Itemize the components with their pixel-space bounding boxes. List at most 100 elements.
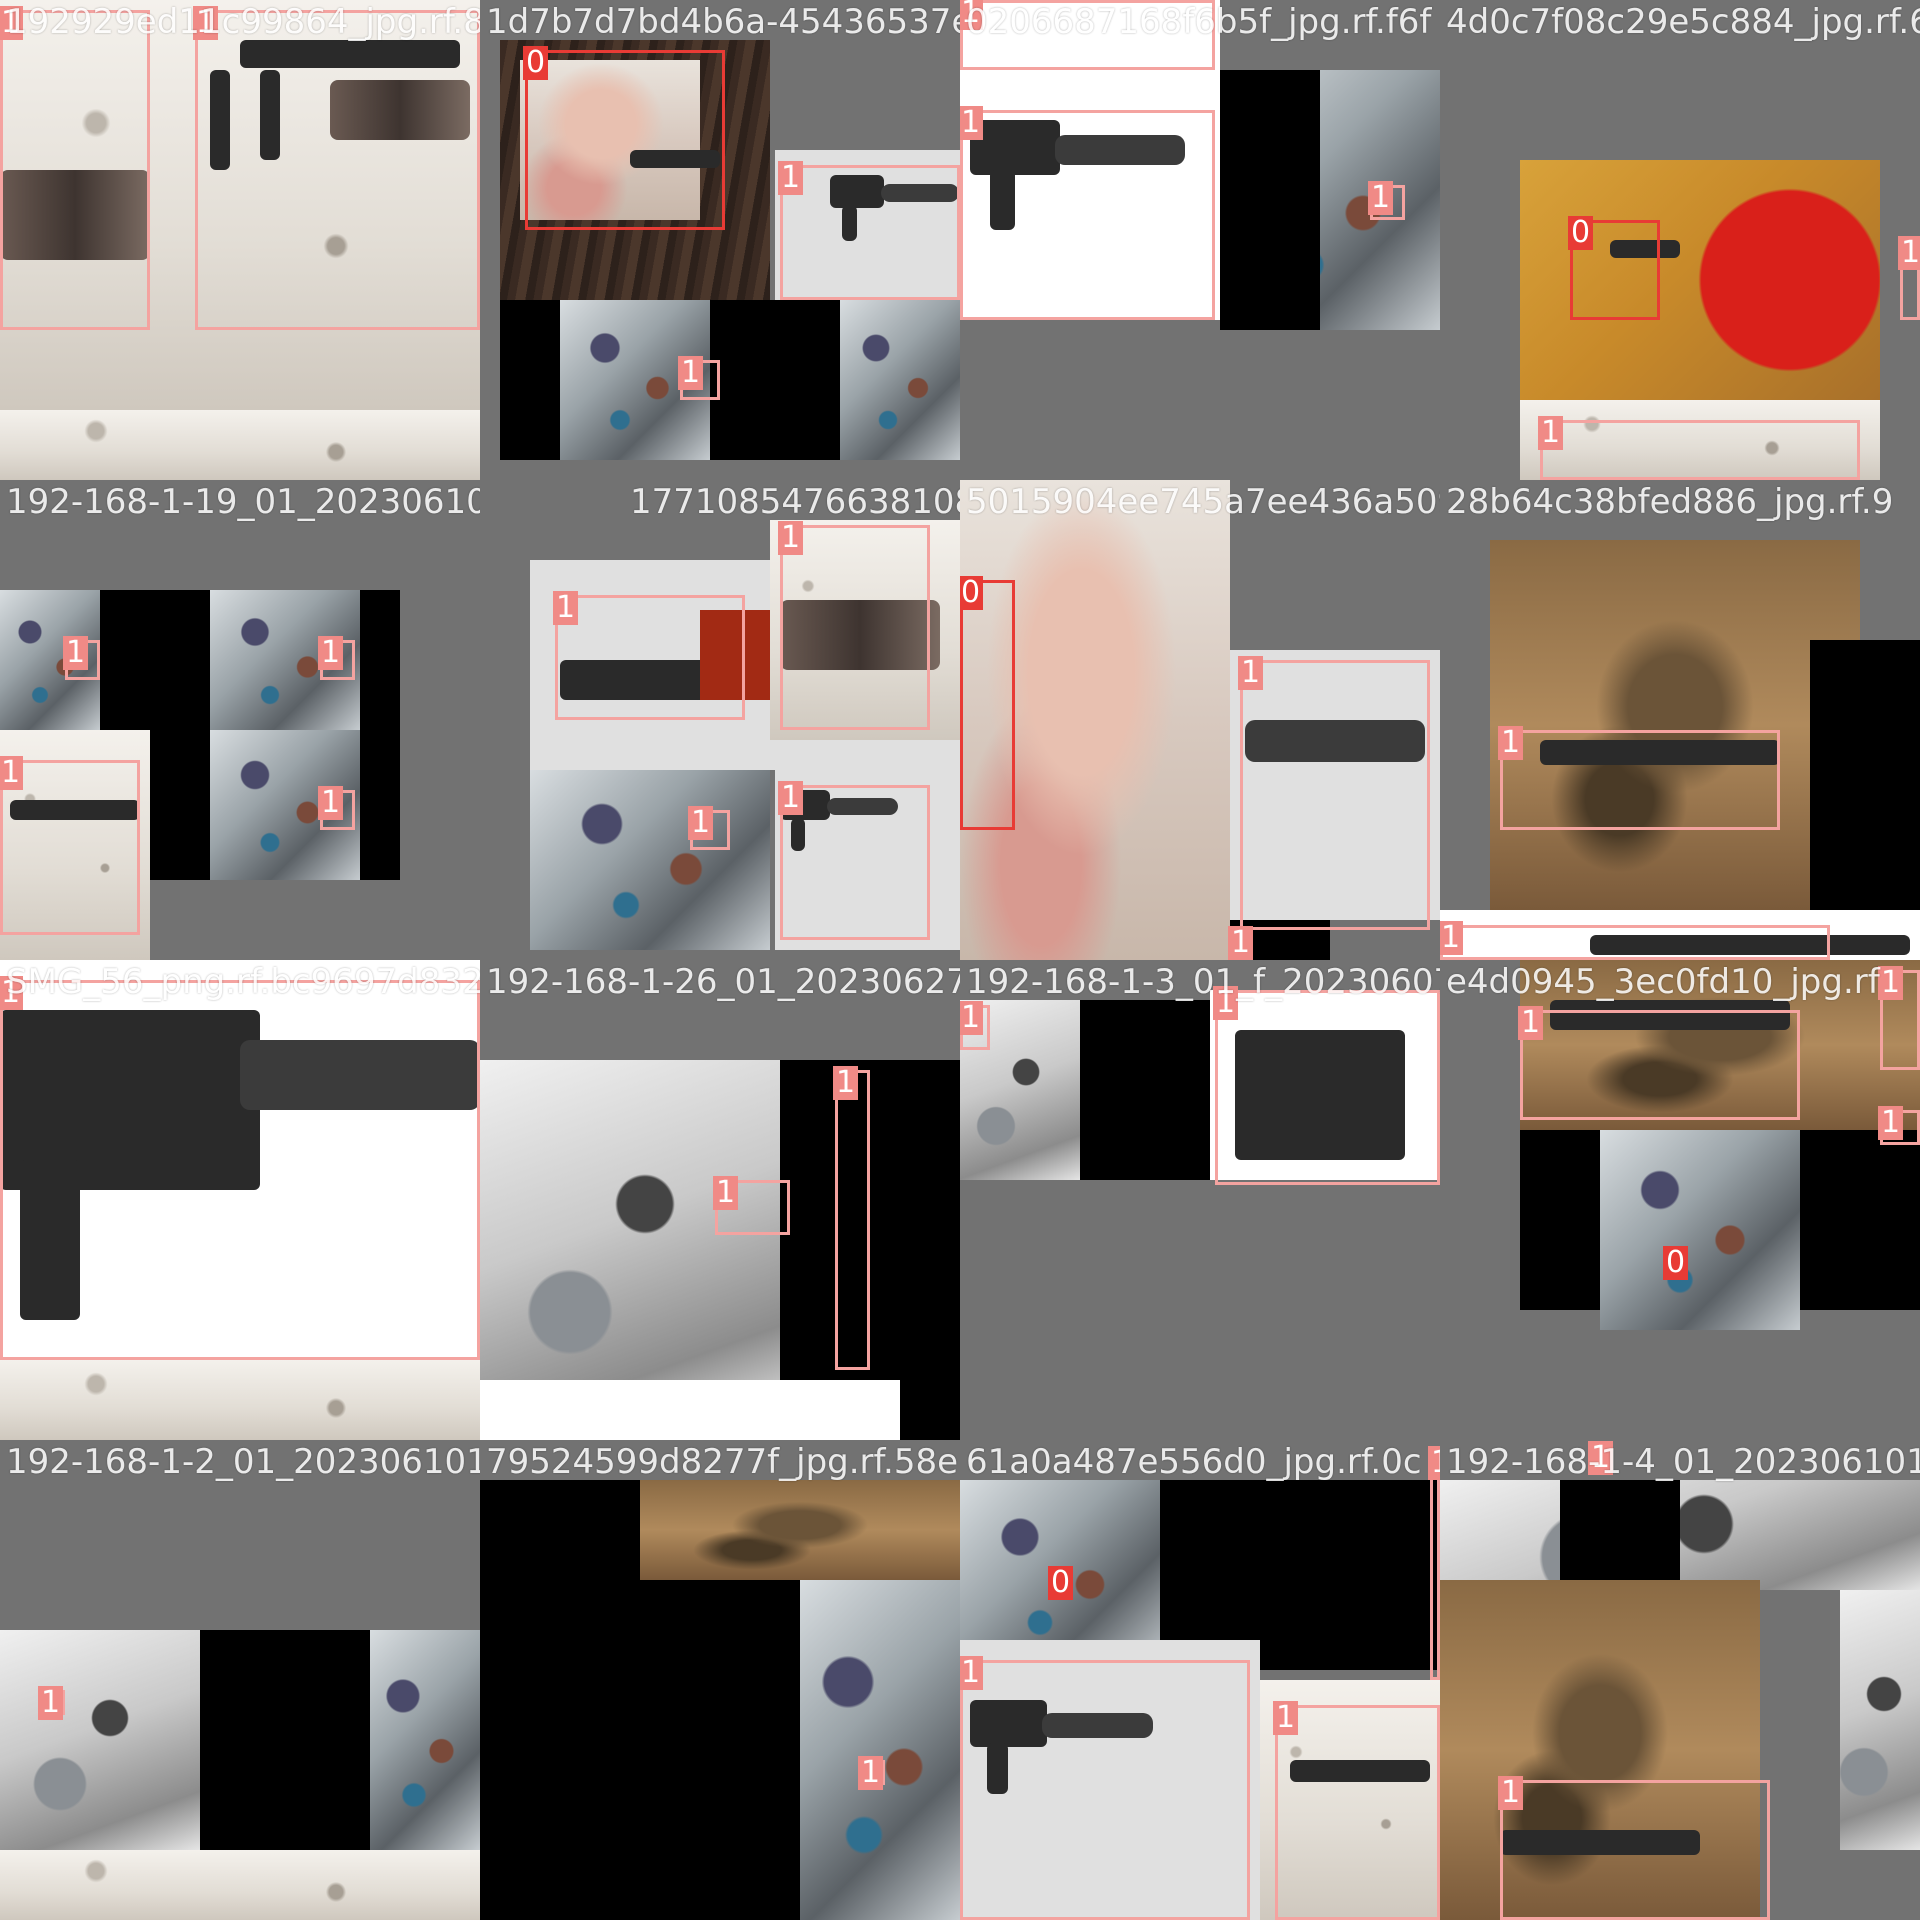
tile-caption: 4d0c7f08c29e5c884_jpg.rf.6 — [1446, 2, 1920, 42]
detection-box-class-1 — [1240, 660, 1430, 930]
white-pad — [480, 1380, 900, 1440]
black-pad — [780, 1060, 960, 1380]
class-1-label: 1 — [1878, 1106, 1904, 1140]
class-1-label: 1 — [678, 356, 704, 390]
class-1-label: 1 — [1273, 1701, 1299, 1735]
detection-mosaic: 1 1 192929ed1 1c99864_jpg.rf.86 0 1 1 1d7b7d7bd… — [0, 0, 1920, 1920]
desert-strip — [640, 1480, 960, 1580]
tile-caption: SMG_56_png.rf.bc9697d832 — [6, 962, 480, 1002]
office-photo — [530, 770, 770, 950]
office-photo-2 — [840, 300, 960, 460]
mosaic-tile: 1 1 192-168-1-4_01_202306101 — [1440, 1440, 1920, 1920]
detection-box-class-1 — [835, 1070, 870, 1370]
class-1-label: 1 — [778, 161, 804, 195]
class-1-label: 1 — [63, 636, 89, 670]
detection-box-class-1 — [1440, 925, 1830, 960]
detection-box-class-1 — [0, 10, 150, 330]
class-1-label: 1 — [1238, 656, 1264, 690]
office-photo — [1440, 1480, 1920, 1590]
stone-ledge — [0, 1360, 480, 1440]
class-1-label: 1 — [960, 106, 984, 140]
tile-caption: e4d0945_3ec0fd10_jpg.rf — [1446, 962, 1880, 1002]
mosaic-tile: 1 1 28b64c38bfed886_jpg.rf.9 — [1440, 480, 1920, 960]
class-0-label: 0 — [1568, 216, 1594, 250]
black-pad — [1080, 1000, 1210, 1180]
class-1-label: 1 — [1498, 1776, 1524, 1810]
office-photo-a — [0, 1630, 200, 1850]
detection-box-class-1 — [555, 595, 745, 720]
class-1-label: 1 — [778, 521, 804, 555]
class-0-label: 0 — [960, 576, 984, 610]
detection-box-class-1 — [960, 110, 1215, 320]
black-pad-2 — [900, 1380, 960, 1440]
mosaic-tile: 0 1 1 1d7b7d7bd4b6a-45436537e24d — [480, 0, 960, 480]
tile-caption: 79524599d8277f_jpg.rf.58e — [486, 1442, 959, 1482]
detection-box-class-0 — [525, 50, 725, 230]
detection-box-class-1 — [780, 525, 930, 730]
class-1-label: 1 — [833, 1066, 859, 1100]
class-1-label: 1 — [1440, 921, 1464, 955]
tile-caption: 61a0a487e556d0_jpg.rf.0c — [966, 1442, 1422, 1482]
tile-caption: 1c99864_jpg.rf.86 — [200, 2, 480, 42]
class-1-label: 1 — [318, 786, 344, 820]
mosaic-tile: 1 1 192929ed1 1c99864_jpg.rf.86 — [0, 0, 480, 480]
mosaic-tile: 0 1 1 4d0c7f08c29e5c884_jpg.rf.6 — [1440, 0, 1920, 480]
detection-box-class-1 — [1520, 1010, 1800, 1120]
class-1-label: 1 — [0, 756, 24, 790]
tile-caption: 1771085476638108_jpg.rf.9c — [630, 482, 960, 522]
mosaic-tile: 0 1 1 5015904ee745a7ee436a509 — [960, 480, 1440, 960]
office-photo — [1600, 1130, 1800, 1330]
detection-box-class-1 — [0, 980, 480, 1360]
class-1-label: 1 — [1518, 1006, 1544, 1040]
class-1-label: 1 — [1228, 926, 1254, 960]
mosaic-tile: 1 1 1 0 e4d0945_3ec0fd10_jpg.rf — [1440, 960, 1920, 1440]
class-0-label: 0 — [523, 46, 549, 80]
detection-box-class-1 — [1215, 990, 1440, 1185]
class-1-label: 1 — [778, 781, 804, 815]
class-1-label: 1 — [1878, 966, 1904, 1000]
mosaic-tile: 1 1 1 1 192-168-1-19_01_20230610 — [0, 480, 480, 960]
detection-box-class-1 — [960, 1660, 1250, 1920]
class-1-label: 1 — [553, 591, 579, 625]
tile-caption: 5015904ee745a7ee436a509 — [966, 482, 1440, 522]
class-1-label: 1 — [960, 1001, 984, 1035]
black-pad — [1810, 640, 1920, 910]
class-1-label: 1 — [38, 1686, 64, 1720]
class-1-label: 1 — [713, 1176, 739, 1210]
black-pad — [1220, 70, 1320, 330]
class-1-label: 1 — [1538, 416, 1564, 450]
mosaic-tile: 011161a0a487e556d0_jpg.rf.0c — [960, 1440, 1440, 1920]
class-1-label: 1 — [1368, 181, 1394, 215]
black-pad — [1560, 1480, 1680, 1590]
stone-ledge — [0, 1850, 480, 1920]
detection-box-class-1 — [1500, 730, 1780, 830]
tile-caption: 192-168-1-26_01_20230627105224 — [486, 962, 960, 1002]
class-1-label: 1 — [858, 1756, 884, 1790]
mosaic-tile: 11111771085476638108_jpg.rf.9c — [480, 480, 960, 960]
detection-box-class-0 — [960, 580, 1015, 830]
mosaic-tile: 1 192-168-1-2_01_202306101 — [0, 1440, 480, 1920]
black-pad — [200, 1630, 370, 1850]
mosaic-tile: 1 1 192-168-1-3_01_f_20230607 — [960, 960, 1440, 1440]
tile-caption: 0206687168f6b5f_jpg.rf.f6f — [966, 2, 1432, 42]
detection-box-class-1 — [1500, 1780, 1770, 1920]
tile-caption: 28b64c38bfed886_jpg.rf.9 — [1446, 482, 1894, 522]
mosaic-tile: 1 79524599d8277f_jpg.rf.58e — [480, 1440, 960, 1920]
tile-caption: 192-168-1-4_01_202306101 — [1446, 1442, 1920, 1482]
class-1-label: 1 — [1498, 726, 1524, 760]
class-1-label: 1 — [688, 806, 714, 840]
tile-caption: 192929ed1 — [6, 2, 200, 42]
soldier-photo — [1490, 540, 1860, 910]
detection-box-class-1 — [1275, 1705, 1440, 1920]
detection-box-class-1 — [1540, 420, 1860, 480]
detection-box-class-1 — [1430, 1450, 1440, 1680]
tile-caption: 192-168-1-19_01_20230610 — [6, 482, 480, 522]
class-1-label: 1 — [1898, 236, 1920, 270]
detection-box-class-1 — [195, 10, 480, 330]
stone-ledge — [0, 410, 480, 480]
class-1-label: 1 — [1428, 1446, 1440, 1480]
class-1-label: 1 — [318, 636, 344, 670]
mosaic-tile: 1 1 1 0206687168f6b5f_jpg.rf.f6f — [960, 0, 1440, 480]
tile-caption: 1d7b7d7bd4b6a-45436537e24d — [486, 2, 960, 42]
mosaic-tile: 1 SMG_56_png.rf.bc9697d832 — [0, 960, 480, 1440]
